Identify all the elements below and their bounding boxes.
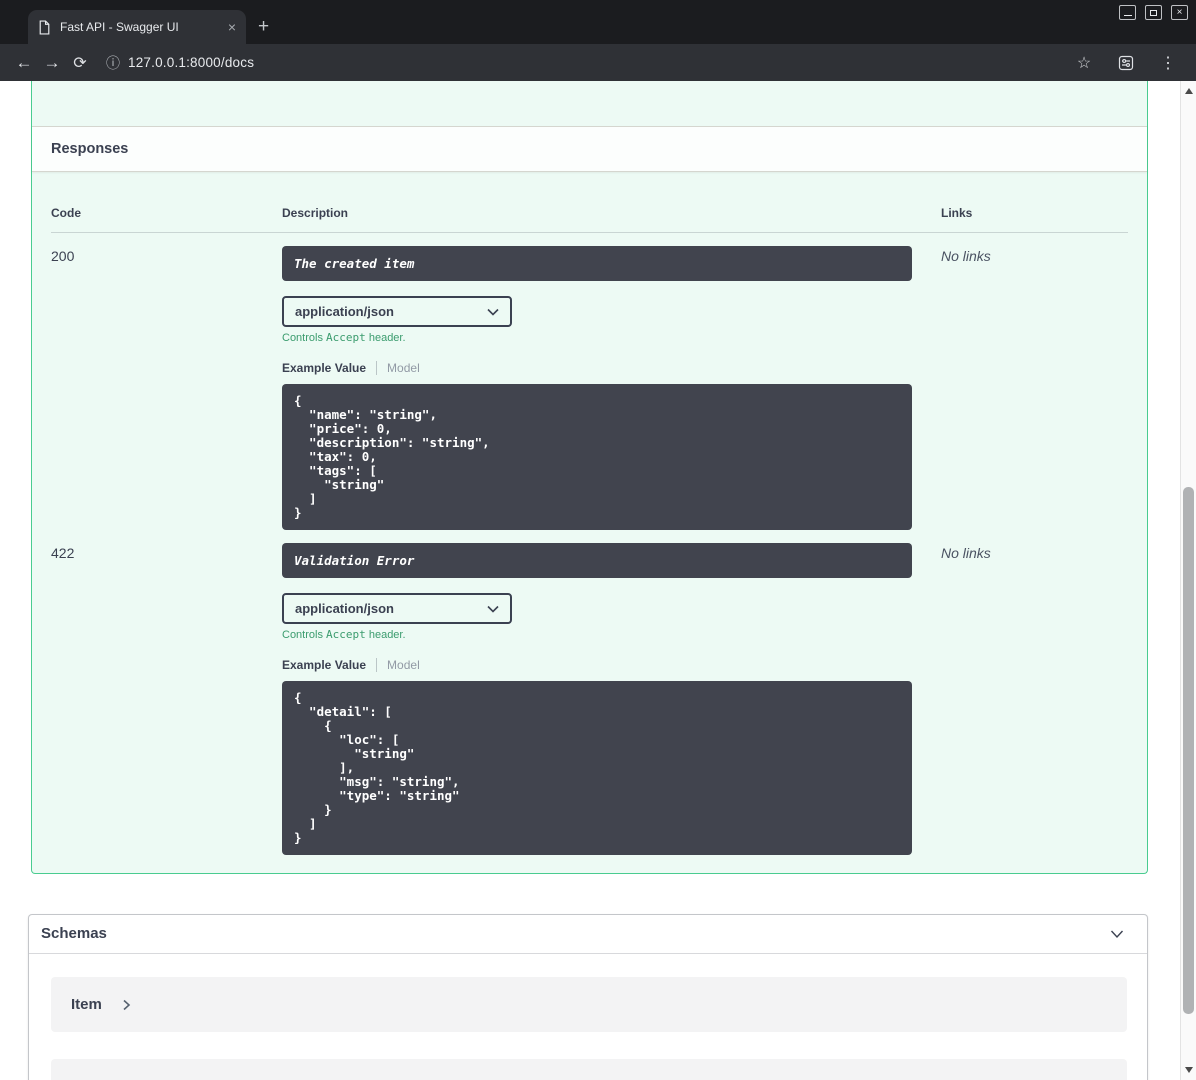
col-header-code: Code [51,206,81,220]
maximize-button[interactable] [1145,5,1162,20]
media-type-select[interactable]: application/json [282,593,512,624]
scroll-down-arrow[interactable] [1181,1062,1196,1078]
model-validationerror[interactable]: ValidationError [51,1059,1127,1080]
minimize-icon [1123,14,1132,16]
note-code: Accept [326,628,366,641]
opblock-body-spacer [32,81,1147,126]
example-json-422: { "detail": [ { "loc": [ "string" ], "ms… [282,681,912,855]
accept-header-note: Controls Accept header. [282,331,912,344]
response-links: No links [941,545,991,561]
responses-table-header: Code Description Links [51,196,1128,233]
tab-example-value[interactable]: Example Value [282,361,366,375]
tab-separator [376,658,378,672]
chevron-right-icon [120,999,132,1011]
model-item[interactable]: Item [51,977,1127,1032]
col-header-links: Links [941,206,973,220]
responses-section-header: Responses [32,126,1147,172]
menu-icon[interactable]: ⋮ [1156,49,1180,77]
back-button[interactable]: ← [10,49,38,77]
chevron-down-icon [487,605,499,613]
response-row-200: 200 The created item application/json Co… [51,233,1128,530]
url-text: 127.0.0.1:8000/docs [128,55,255,70]
response-row-422: 422 Validation Error application/json Co… [51,530,1128,855]
example-model-tabs: Example Value Model [282,361,912,375]
schemas-header[interactable]: Schemas [29,915,1147,954]
response-description: The created item [282,246,912,281]
example-model-tabs: Example Value Model [282,658,912,672]
response-description-cell: Validation Error application/json Contro… [282,543,941,855]
tab-title: Fast API - Swagger UI [60,20,179,34]
extensions-icon[interactable] [1114,49,1138,77]
close-button[interactable]: × [1171,5,1188,20]
tab-model[interactable]: Model [387,361,420,375]
address-bar[interactable]: ⓘ 127.0.0.1:8000/docs [106,53,1072,73]
maximize-icon [1150,9,1157,16]
schemas-title: Schemas [41,925,107,942]
note-code: Accept [326,331,366,344]
site-info-icon[interactable]: ⓘ [106,53,120,73]
responses-title: Responses [51,141,129,157]
note-suffix: header. [365,629,406,641]
tab-example-value[interactable]: Example Value [282,658,366,672]
browser-navbar: ← → ⟳ ⓘ 127.0.0.1:8000/docs ☆ ⋮ [0,44,1196,81]
response-description: Validation Error [282,543,912,578]
reload-button[interactable]: ⟳ [66,49,94,77]
navbar-actions: ☆ ⋮ [1072,49,1180,77]
media-type-value: application/json [295,304,394,319]
browser-tab[interactable]: Fast API - Swagger UI × [28,10,246,44]
col-header-description: Description [282,206,349,220]
schemas-section: Schemas Item ValidationError [28,914,1148,1080]
scrollbar[interactable] [1180,81,1196,1080]
scroll-up-arrow[interactable] [1181,83,1196,99]
models-list: Item ValidationError [29,954,1147,1080]
response-description-cell: The created item application/json Contro… [282,246,941,530]
accept-header-note: Controls Accept header. [282,628,912,641]
note-prefix: Controls [282,332,327,344]
chevron-down-icon[interactable] [1107,924,1127,944]
forward-button[interactable]: → [38,49,66,77]
tab-model[interactable]: Model [387,658,420,672]
example-json-200: { "name": "string", "price": 0, "descrip… [282,384,912,530]
close-icon: × [1176,6,1183,18]
model-name: Item [71,996,102,1013]
minimize-button[interactable] [1119,5,1136,20]
chevron-down-icon [487,308,499,316]
tab-close-icon[interactable]: × [228,19,236,35]
responses-table: Code Description Links 200 The created i… [32,172,1147,855]
note-suffix: header. [365,332,406,344]
browser-window: Fast API - Swagger UI × + × ← → ⟳ ⓘ 127.… [0,0,1196,1080]
swagger-docs-page: Responses Code Description Links 200 The… [0,81,1180,1080]
bookmark-star-icon[interactable]: ☆ [1072,49,1096,77]
browser-titlebar: Fast API - Swagger UI × + × [0,0,1196,44]
response-links: No links [941,248,991,264]
response-code: 422 [51,545,75,561]
media-type-value: application/json [295,601,394,616]
media-type-select[interactable]: application/json [282,296,512,327]
opblock-post-responses: Responses Code Description Links 200 The… [31,81,1148,874]
response-code: 200 [51,248,75,264]
note-prefix: Controls [282,629,327,641]
document-icon [38,19,51,35]
new-tab-button[interactable]: + [246,10,281,44]
tab-separator [376,361,378,375]
scrollbar-thumb[interactable] [1183,487,1194,1014]
window-controls: × [1119,5,1188,20]
